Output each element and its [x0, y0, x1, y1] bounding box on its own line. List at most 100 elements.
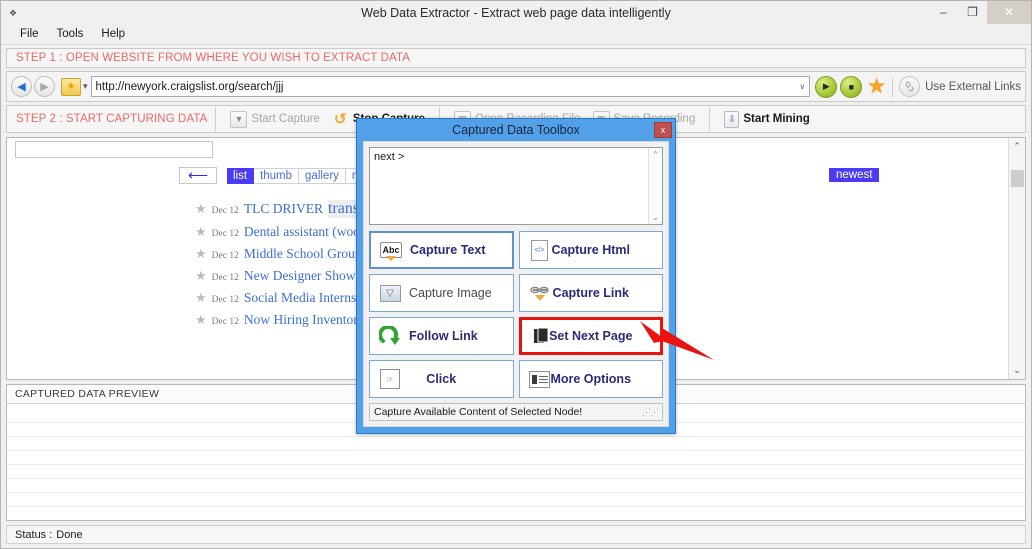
- play-button[interactable]: ▶: [815, 75, 838, 98]
- textarea-scrollbar[interactable]: ⌃ ⌄: [648, 148, 662, 224]
- capture-text-label: Capture Text: [410, 243, 486, 257]
- menu-item-help[interactable]: Help: [92, 26, 134, 42]
- window-controls: – ❐ ✕: [929, 1, 1031, 24]
- listing-title[interactable]: TLC DRIVER: [244, 201, 323, 217]
- capture-html-button[interactable]: </> Capture Html: [518, 231, 663, 269]
- more-options-icon: [528, 368, 552, 390]
- grid-line: [7, 436, 1025, 437]
- url-field-wrapper: ∨: [90, 76, 811, 97]
- menu-item-file[interactable]: File: [11, 26, 48, 42]
- favorite-star-icon[interactable]: ★: [195, 290, 207, 306]
- back-arrow-icon[interactable]: ⟵: [179, 167, 217, 184]
- favorite-star-icon[interactable]: ★: [195, 312, 207, 328]
- menu-bar: File Tools Help: [1, 24, 1031, 45]
- step2-label: STEP 2 : START CAPTURING DATA: [16, 113, 208, 125]
- toolbox-button-grid: Abc Capture Text </> Capture Html ▽ Capt…: [369, 231, 663, 398]
- toolbar-divider: [709, 107, 711, 131]
- listing-date: Dec 12: [211, 273, 239, 283]
- mining-icon: ⇩: [724, 110, 740, 128]
- maximize-icon[interactable]: ❐: [958, 1, 987, 24]
- start-mining-button[interactable]: ⇩ Start Mining: [718, 109, 815, 130]
- app-icon: ❖: [8, 7, 18, 18]
- stop-capture-icon: ↺: [334, 111, 347, 128]
- listing-title[interactable]: Middle School Group L: [244, 246, 373, 262]
- capture-html-label: Capture Html: [551, 243, 630, 257]
- scroll-up-icon[interactable]: ⌃: [652, 150, 659, 159]
- url-input[interactable]: [91, 77, 796, 96]
- scrollbar-thumb[interactable]: [1011, 170, 1024, 187]
- html-doc-icon: </>: [528, 239, 552, 261]
- capture-image-label: Capture Image: [409, 286, 492, 300]
- close-icon[interactable]: x: [654, 122, 672, 138]
- window-title: Web Data Extractor - Extract web page da…: [361, 5, 671, 20]
- follow-link-button[interactable]: Follow Link: [369, 317, 514, 355]
- listing-date: Dec 12: [211, 317, 239, 327]
- step1-label: STEP 1 : OPEN WEBSITE FROM WHERE YOU WIS…: [16, 52, 410, 64]
- title-bar: ❖ Web Data Extractor - Extract web page …: [1, 1, 1031, 24]
- listing-title[interactable]: New Designer Showroo: [244, 268, 374, 284]
- listing-date: Dec 12: [211, 229, 239, 239]
- menu-item-tools[interactable]: Tools: [48, 26, 93, 42]
- scroll-down-icon[interactable]: ⌄: [1009, 362, 1026, 379]
- start-capture-label: Start Capture: [251, 113, 320, 125]
- status-bar: Status : Done: [6, 525, 1026, 544]
- use-external-links-label[interactable]: Use External Links: [925, 81, 1021, 93]
- capture-text-button[interactable]: Abc Capture Text: [369, 231, 514, 269]
- favorite-star-icon[interactable]: ★: [195, 201, 207, 217]
- capture-link-button[interactable]: Capture Link: [518, 274, 663, 312]
- click-button[interactable]: ☞ Click: [369, 360, 514, 398]
- scroll-down-icon[interactable]: ⌄: [652, 213, 659, 222]
- craigslist-search-input[interactable]: [15, 141, 213, 158]
- favorite-star-icon[interactable]: ★: [195, 224, 207, 240]
- forward-icon[interactable]: ▶: [34, 76, 55, 97]
- toolbox-title: Captured Data Toolbox: [452, 123, 580, 137]
- sort-newest-tag[interactable]: newest: [829, 168, 880, 182]
- step1-banner: STEP 1 : OPEN WEBSITE FROM WHERE YOU WIS…: [6, 48, 1026, 68]
- toolbox-title-bar[interactable]: Captured Data Toolbox x: [357, 119, 675, 141]
- craigslist-view-tabs: ⟵ list thumb gallery m: [179, 167, 369, 184]
- click-hand-icon: ☞: [378, 368, 402, 390]
- stacked-pages-glyph: [533, 327, 548, 343]
- close-icon[interactable]: ✕: [987, 1, 1031, 24]
- resize-grip-icon[interactable]: ⋰⋰: [642, 407, 659, 418]
- view-tab-gallery[interactable]: gallery: [299, 167, 346, 184]
- curved-arrow-glyph: [379, 326, 400, 345]
- favorites-dropdown-icon[interactable]: ▾: [83, 81, 88, 92]
- chevron-down-icon[interactable]: ∨: [795, 82, 809, 91]
- captured-node-textarea-wrapper: next > ⌃ ⌄: [369, 147, 663, 225]
- grid-line: [7, 492, 1025, 493]
- favorite-star-icon[interactable]: ★: [195, 268, 207, 284]
- url-toolbar: ◀ ▶ ★ ▾ ∨ ▶ ■ ★ Use External Links: [6, 71, 1026, 102]
- listing-date: Dec 12: [211, 251, 239, 261]
- back-icon[interactable]: ◀: [11, 76, 32, 97]
- star-icon[interactable]: ★: [867, 76, 886, 97]
- external-link-icon[interactable]: [899, 76, 921, 97]
- view-tab-thumb[interactable]: thumb: [254, 167, 300, 184]
- stop-button[interactable]: ■: [840, 75, 863, 98]
- toolbox-status-text: Capture Available Content of Selected No…: [374, 406, 583, 418]
- start-capture-button[interactable]: ▼ Start Capture: [224, 109, 325, 130]
- listing-title[interactable]: Social Media Internship: [244, 290, 374, 306]
- captured-data-toolbox-dialog: Captured Data Toolbox x next > ⌃ ⌄ Abc C…: [356, 118, 676, 434]
- favorites-folder-icon[interactable]: ★: [61, 77, 81, 96]
- chain-link-glyph: [905, 81, 914, 92]
- pages-icon: [530, 325, 554, 347]
- capture-image-button[interactable]: ▽ Capture Image: [369, 274, 514, 312]
- green-arrow-icon: [378, 325, 402, 347]
- scroll-up-icon[interactable]: ⌃: [1009, 138, 1026, 155]
- content-scrollbar[interactable]: ⌃ ⌄: [1008, 138, 1025, 379]
- more-options-button[interactable]: More Options: [518, 360, 663, 398]
- link-chain-icon: [528, 282, 552, 304]
- grid-line: [7, 478, 1025, 479]
- minimize-icon[interactable]: –: [929, 1, 958, 24]
- favorite-star-icon[interactable]: ★: [195, 246, 207, 262]
- view-tab-list[interactable]: list: [227, 167, 255, 184]
- grid-line: [7, 450, 1025, 451]
- image-icon: ▽: [378, 282, 402, 304]
- capture-icon: ▼: [230, 110, 248, 128]
- set-next-page-button[interactable]: Set Next Page: [518, 317, 663, 355]
- listing-date: Dec 12: [211, 206, 239, 216]
- captured-node-textarea[interactable]: next >: [370, 148, 648, 224]
- toolbar-divider: [215, 107, 217, 131]
- abc-text-icon: Abc: [379, 239, 403, 261]
